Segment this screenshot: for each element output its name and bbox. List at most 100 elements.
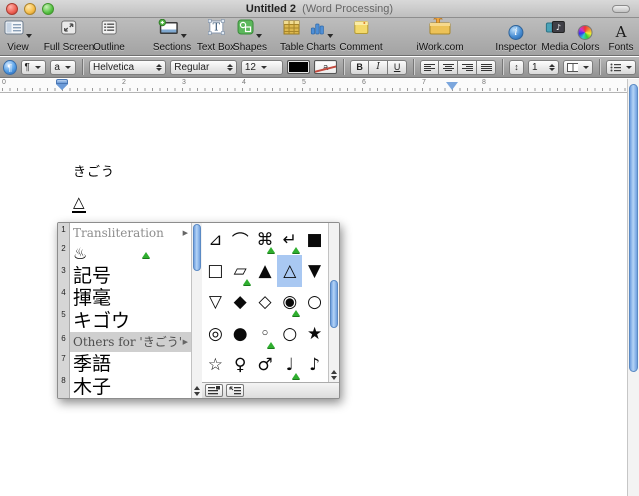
line-spacing-stepper[interactable]: 1 (528, 60, 559, 75)
symbol-cell[interactable]: ♀ (228, 350, 253, 381)
minimize-button[interactable] (24, 3, 36, 15)
underline-button[interactable]: U (388, 60, 407, 75)
candidate-list-scrollbar[interactable] (191, 223, 202, 398)
candidate-row[interactable]: 7 季語 (58, 352, 191, 374)
align-right-button[interactable] (458, 60, 477, 75)
document-canvas[interactable]: きごう △ 1 Transliteration ▶ 2 ♨ 3 記号 4 揮毫 (0, 93, 627, 496)
symbol-cell[interactable]: ◆ (228, 287, 253, 318)
candidate-row-transliteration[interactable]: 1 Transliteration ▶ (58, 223, 191, 242)
symbol-cell[interactable]: ↵ (277, 224, 302, 255)
symbol-cell[interactable]: ♪ (302, 350, 327, 381)
scrollbar-steppers[interactable] (329, 370, 339, 380)
candidate-number: 8 (58, 374, 70, 398)
left-indent-marker[interactable] (56, 79, 68, 91)
symbol-cell[interactable]: ◦ (253, 318, 278, 349)
fullscreen-icon (61, 20, 77, 40)
chevron-down-icon (583, 66, 589, 69)
scroll-up-icon[interactable] (194, 386, 200, 390)
view-button[interactable]: View (4, 20, 32, 53)
list-view-button[interactable] (205, 384, 223, 397)
media-button[interactable]: ♪ Media (541, 20, 568, 53)
comment-button[interactable]: Comment (339, 20, 382, 53)
window-title: Untitled 2 (246, 3, 296, 15)
symbol-cell[interactable]: ♂ (253, 350, 278, 381)
colors-button[interactable]: Colors (571, 20, 600, 53)
candidate-list: 1 Transliteration ▶ 2 ♨ 3 記号 4 揮毫 5 キゴウ (58, 223, 191, 398)
symbol-cell[interactable]: ◇ (253, 287, 278, 318)
line-spacing-icon-button[interactable]: ↕ (509, 60, 524, 75)
candidate-number: 7 (58, 352, 70, 374)
toolbar-toggle-lozenge[interactable] (612, 5, 630, 13)
symbol-cell[interactable]: ⌒ (228, 224, 253, 255)
paragraph-style-dropdown[interactable]: ¶ (21, 60, 47, 75)
symbol-cell[interactable]: ● (228, 318, 253, 349)
symbol-cell[interactable]: ☆ (203, 350, 228, 381)
close-button[interactable] (6, 3, 18, 15)
symbol-cell[interactable]: ◎ (203, 318, 228, 349)
candidate-number: 2 (58, 242, 70, 263)
candidate-row[interactable]: 4 揮毫 (58, 286, 191, 308)
symbol-cell[interactable]: ▽ (203, 287, 228, 318)
align-justify-button[interactable] (477, 60, 496, 75)
sections-button[interactable]: Sections (153, 20, 191, 53)
full-screen-button[interactable]: Full Screen (44, 20, 95, 53)
document-scrollbar[interactable] (627, 79, 639, 496)
scroll-down-icon[interactable] (194, 392, 200, 396)
italic-button[interactable]: I (369, 60, 388, 75)
zoom-button[interactable] (42, 3, 54, 15)
scroll-up-icon[interactable] (331, 370, 337, 374)
align-center-button[interactable] (439, 60, 458, 75)
candidate-number: 4 (58, 286, 70, 308)
symbol-grid: ⊿ ⌒ ⌘ ↵ ■ □ ▱ ▲ △ ▼ ▽ ◆ ◇ ◉ ○ ◎ ● (202, 223, 328, 382)
outline-button[interactable]: Outline (93, 20, 125, 53)
symbol-cell[interactable]: ⊿ (203, 224, 228, 255)
scrollbar-steppers[interactable] (192, 386, 202, 396)
fonts-button[interactable]: A Fonts (608, 20, 633, 53)
text-background-well[interactable]: a (314, 60, 337, 74)
symbol-cell[interactable]: ○ (302, 287, 327, 318)
columns-dropdown[interactable] (563, 60, 593, 75)
symbol-cell[interactable]: ⌘ (253, 224, 278, 255)
font-family-popup[interactable]: Helvetica (89, 60, 166, 75)
symbol-cell[interactable]: □ (203, 255, 228, 286)
scrollbar-thumb[interactable] (193, 224, 201, 271)
scroll-down-icon[interactable] (331, 376, 337, 380)
symbol-grid-scrollbar[interactable] (328, 223, 339, 382)
chevron-down-icon (261, 66, 267, 69)
inspector-button[interactable]: i Inspector (495, 20, 536, 53)
symbol-cell[interactable]: ▱ (228, 255, 253, 286)
bold-button[interactable]: B (350, 60, 369, 75)
styles-drawer-button[interactable]: ¶ (3, 60, 17, 75)
scrollbar-thumb[interactable] (330, 280, 338, 328)
right-indent-marker[interactable] (446, 82, 458, 90)
text-box-button[interactable]: T Text Box (197, 20, 235, 53)
symbol-cell[interactable]: ○ (277, 318, 302, 349)
symbol-cell[interactable]: ▲ (253, 255, 278, 286)
symbol-cell[interactable]: ▼ (302, 255, 327, 286)
character-style-dropdown[interactable]: a (50, 60, 76, 75)
align-left-button[interactable] (420, 60, 439, 75)
symbol-cell[interactable]: ◉ (277, 287, 302, 318)
collapse-view-button[interactable] (226, 384, 244, 397)
scrollbar-thumb[interactable] (629, 84, 638, 372)
shapes-button[interactable]: Shapes (233, 20, 267, 53)
font-size-combo[interactable]: 12 (241, 60, 283, 75)
divider (599, 59, 600, 75)
list-style-dropdown[interactable] (606, 60, 636, 75)
table-button[interactable]: Table (280, 20, 304, 53)
format-bar: ¶ ¶ a Helvetica Regular 12 a B I U ↕ 1 (0, 57, 639, 78)
list-view-icon (208, 386, 220, 395)
typeface-popup[interactable]: Regular (170, 60, 237, 75)
charts-button[interactable]: Charts (306, 20, 335, 53)
candidate-row[interactable]: 5 キゴウ (58, 308, 191, 332)
iwork-button[interactable]: iWork.com (416, 20, 463, 53)
symbol-cell[interactable]: ■ (302, 224, 327, 255)
symbol-cell[interactable]: ★ (302, 318, 327, 349)
align-justify-icon (481, 64, 492, 71)
candidate-row[interactable]: 8 木子 (58, 374, 191, 398)
symbol-cell[interactable]: ♩ (277, 350, 302, 381)
chevron-down-icon (65, 66, 71, 69)
text-color-well[interactable] (287, 60, 310, 74)
symbol-cell-selected[interactable]: △ (277, 255, 302, 286)
media-icon: ♪ (545, 20, 565, 40)
